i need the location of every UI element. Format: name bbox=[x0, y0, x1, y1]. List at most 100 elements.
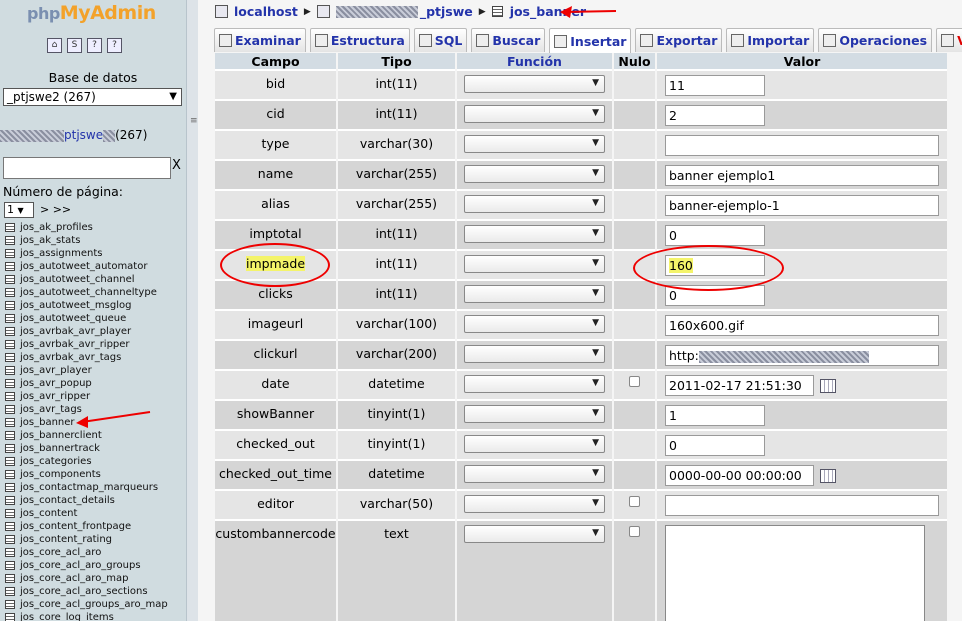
table-list-item[interactable]: jos_bannerclient bbox=[5, 429, 168, 442]
table-icon[interactable] bbox=[5, 249, 15, 258]
table-list-item-label[interactable]: jos_avr_player bbox=[20, 364, 92, 377]
table-list-item[interactable]: jos_core_log_items bbox=[5, 611, 168, 621]
table-icon[interactable] bbox=[5, 379, 15, 388]
table-list-item-label[interactable]: jos_autotweet_channeltype bbox=[20, 286, 157, 299]
table-icon[interactable] bbox=[5, 353, 15, 362]
table-list-item[interactable]: jos_core_acl_aro_groups bbox=[5, 559, 168, 572]
value-input[interactable]: 0000-00-00 00:00:00 bbox=[665, 465, 814, 486]
value-textarea[interactable] bbox=[665, 525, 925, 621]
table-icon[interactable] bbox=[5, 314, 15, 323]
table-list-item-label[interactable]: jos_core_acl_aro_groups bbox=[20, 559, 141, 572]
value-input[interactable] bbox=[665, 135, 939, 156]
table-icon[interactable] bbox=[5, 483, 15, 492]
tab-estructura[interactable]: Estructura bbox=[309, 28, 410, 52]
table-list-item-label[interactable]: jos_autotweet_automator bbox=[20, 260, 147, 273]
table-list-item[interactable]: jos_components bbox=[5, 468, 168, 481]
table-list-item-label[interactable]: jos_autotweet_channel bbox=[20, 273, 135, 286]
table-icon[interactable] bbox=[5, 574, 15, 583]
value-input[interactable]: 2 bbox=[665, 105, 765, 126]
table-list-item[interactable]: jos_avr_ripper bbox=[5, 390, 168, 403]
value-input[interactable]: 11 bbox=[665, 75, 765, 96]
function-select[interactable] bbox=[464, 465, 605, 483]
tab-operaciones[interactable]: Operaciones bbox=[818, 28, 933, 52]
table-list-item-label[interactable]: jos_autotweet_queue bbox=[20, 312, 126, 325]
calendar-icon[interactable] bbox=[820, 378, 836, 393]
clear-filter-button[interactable]: X bbox=[172, 158, 181, 173]
table-icon[interactable] bbox=[5, 223, 15, 232]
table-list-item-label[interactable]: jos_core_acl_aro_map bbox=[20, 572, 129, 585]
table-list-item-label[interactable]: jos_core_log_items bbox=[20, 611, 114, 621]
function-select[interactable] bbox=[464, 345, 605, 363]
table-list-item[interactable]: jos_content bbox=[5, 507, 168, 520]
table-icon[interactable] bbox=[5, 587, 15, 596]
table-icon[interactable] bbox=[5, 418, 15, 427]
table-list-item[interactable]: jos_ak_stats bbox=[5, 234, 168, 247]
tab-sql[interactable]: SQL bbox=[413, 28, 468, 52]
table-list-item[interactable]: jos_core_acl_aro_sections bbox=[5, 585, 168, 598]
table-list-item[interactable]: jos_banner bbox=[5, 416, 168, 429]
sql-query-icon[interactable]: S bbox=[67, 38, 82, 53]
function-select[interactable] bbox=[464, 405, 605, 423]
table-list-item[interactable]: jos_contactmap_marqueurs bbox=[5, 481, 168, 494]
function-select[interactable] bbox=[464, 165, 605, 183]
table-list-item-label[interactable]: jos_avr_tags bbox=[20, 403, 82, 416]
table-list-item[interactable]: jos_avrbak_avr_tags bbox=[5, 351, 168, 364]
value-input[interactable]: 0 bbox=[665, 225, 765, 246]
function-select[interactable] bbox=[464, 435, 605, 453]
table-icon[interactable] bbox=[5, 470, 15, 479]
frame-splitter[interactable]: ≡ bbox=[186, 0, 198, 621]
table-list-item-label[interactable]: jos_ak_stats bbox=[20, 234, 80, 247]
tab-buscar[interactable]: Buscar bbox=[471, 28, 546, 52]
home-icon[interactable]: ⌂ bbox=[47, 38, 62, 53]
tab-examinar[interactable]: Examinar bbox=[214, 28, 306, 52]
calendar-icon[interactable] bbox=[820, 468, 836, 483]
value-input[interactable]: banner ejemplo1 bbox=[665, 165, 939, 186]
table-list-item[interactable]: jos_autotweet_channeltype bbox=[5, 286, 168, 299]
function-select[interactable] bbox=[464, 105, 605, 123]
function-select[interactable] bbox=[464, 225, 605, 243]
table-list-item-label[interactable]: jos_core_acl_aro bbox=[20, 546, 101, 559]
value-input[interactable]: 160 bbox=[665, 255, 765, 276]
table-icon[interactable] bbox=[5, 444, 15, 453]
function-select[interactable] bbox=[464, 525, 605, 543]
table-icon[interactable] bbox=[5, 561, 15, 570]
table-list-item-label[interactable]: jos_bannertrack bbox=[20, 442, 100, 455]
page-number-select[interactable]: 1 ▼ bbox=[4, 202, 34, 218]
table-list-item[interactable]: jos_autotweet_channel bbox=[5, 273, 168, 286]
phpmyadmin-logo[interactable]: phpMyAdmin bbox=[27, 2, 156, 24]
value-input[interactable]: 0 bbox=[665, 285, 765, 306]
table-list-item-label[interactable]: jos_avr_ripper bbox=[20, 390, 90, 403]
table-icon[interactable] bbox=[5, 522, 15, 531]
function-select[interactable] bbox=[464, 495, 605, 513]
function-select[interactable] bbox=[464, 255, 605, 273]
value-input[interactable]: 1 bbox=[665, 405, 765, 426]
table-icon[interactable] bbox=[5, 457, 15, 466]
value-input[interactable]: banner-ejemplo-1 bbox=[665, 195, 939, 216]
table-list-item-label[interactable]: jos_categories bbox=[20, 455, 92, 468]
table-list-item[interactable]: jos_autotweet_msglog bbox=[5, 299, 168, 312]
table-list-item-label[interactable]: jos_content_frontpage bbox=[20, 520, 131, 533]
table-icon[interactable] bbox=[5, 535, 15, 544]
function-select[interactable] bbox=[464, 315, 605, 333]
table-list-item[interactable]: jos_core_acl_aro_map bbox=[5, 572, 168, 585]
table-icon[interactable] bbox=[5, 509, 15, 518]
table-list-item[interactable]: jos_categories bbox=[5, 455, 168, 468]
table-icon[interactable] bbox=[5, 366, 15, 375]
tab-exportar[interactable]: Exportar bbox=[635, 28, 723, 52]
table-list-item[interactable]: jos_bannertrack bbox=[5, 442, 168, 455]
table-list-item-label[interactable]: jos_ak_profiles bbox=[20, 221, 93, 234]
value-input[interactable]: 160x600.gif bbox=[665, 315, 939, 336]
table-list-item-label[interactable]: jos_autotweet_msglog bbox=[20, 299, 131, 312]
table-list-item-label[interactable]: jos_avrbak_avr_ripper bbox=[20, 338, 130, 351]
table-list-item-label[interactable]: jos_core_acl_groups_aro_map bbox=[20, 598, 168, 611]
table-list-item[interactable]: jos_ak_profiles bbox=[5, 221, 168, 234]
table-list-item[interactable]: jos_content_frontpage bbox=[5, 520, 168, 533]
tab-importar[interactable]: Importar bbox=[726, 28, 815, 52]
page-navigation[interactable]: > >> bbox=[40, 203, 71, 216]
table-icon[interactable] bbox=[5, 327, 15, 336]
table-list-item-label[interactable]: jos_banner bbox=[20, 416, 75, 429]
table-icon[interactable] bbox=[5, 613, 15, 621]
value-input[interactable]: 0 bbox=[665, 435, 765, 456]
table-icon[interactable] bbox=[5, 301, 15, 310]
breadcrumb-table[interactable]: jos_banner bbox=[510, 4, 586, 19]
